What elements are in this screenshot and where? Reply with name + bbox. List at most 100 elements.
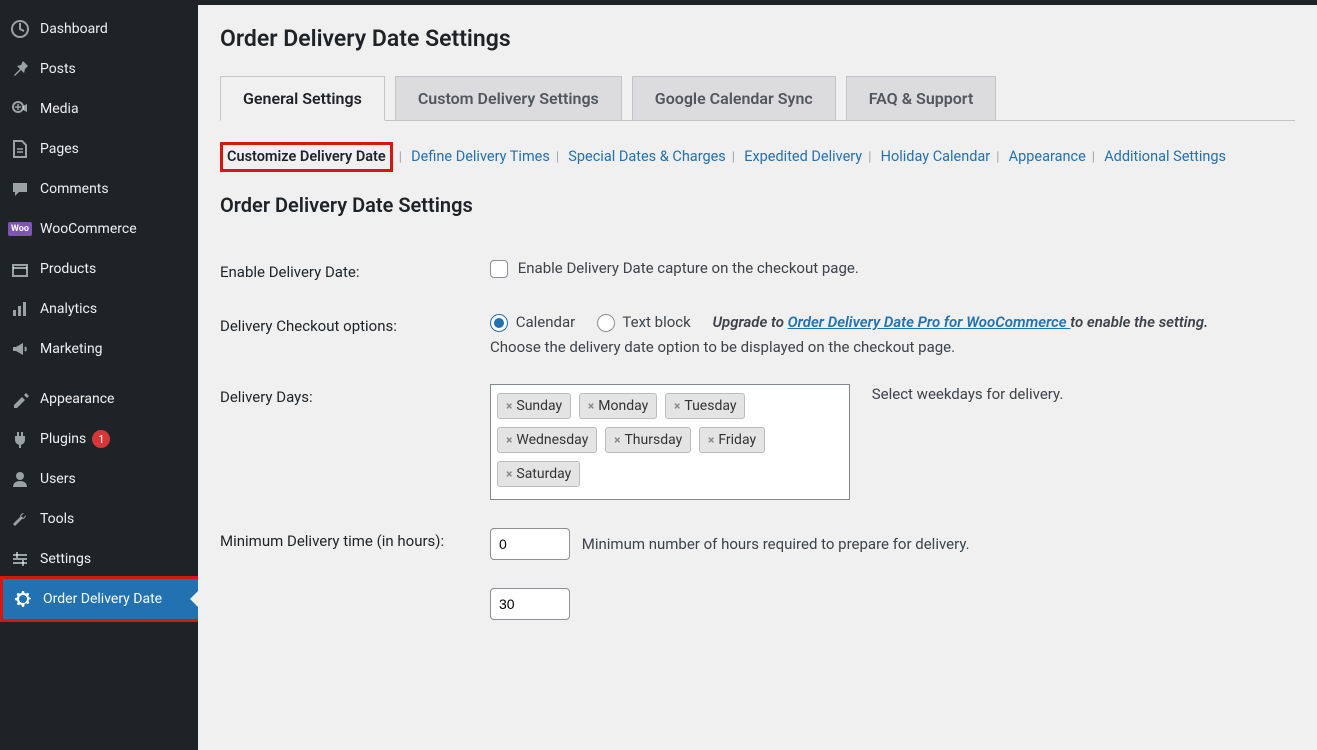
appearance-icon xyxy=(10,389,30,409)
tab-general-settings[interactable]: General Settings xyxy=(220,76,385,121)
sidebar-item-products[interactable]: Products xyxy=(0,249,198,289)
sidebar-item-appearance[interactable]: Appearance xyxy=(0,379,198,419)
upgrade-prefix: Upgrade to xyxy=(712,313,787,331)
checkout-option-textblock[interactable]: Text block xyxy=(597,313,695,331)
remove-icon[interactable]: × xyxy=(588,399,594,413)
remove-icon[interactable]: × xyxy=(506,467,512,481)
sidebar-item-label: Posts xyxy=(40,61,76,77)
field-label-mintime: Minimum Delivery time (in hours): xyxy=(220,514,490,574)
section-title: Order Delivery Date Settings xyxy=(220,193,1295,217)
min-delivery-time-input[interactable] xyxy=(490,528,570,560)
page-icon xyxy=(10,139,30,159)
marketing-icon xyxy=(10,339,30,359)
separator: | xyxy=(868,150,871,165)
analytics-icon xyxy=(10,299,30,319)
sidebar-item-woocommerce[interactable]: Woo WooCommerce xyxy=(0,209,198,249)
tab-bar: General Settings Custom Delivery Setting… xyxy=(220,76,1295,121)
sidebar-item-label: Media xyxy=(40,101,79,117)
sidebar-item-label: Pages xyxy=(40,141,79,157)
subnav-define-delivery-times[interactable]: Define Delivery Times xyxy=(411,148,550,165)
settings-icon xyxy=(10,549,30,569)
pin-icon xyxy=(10,59,30,79)
tab-custom-delivery-settings[interactable]: Custom Delivery Settings xyxy=(395,76,622,121)
day-chip[interactable]: × Tuesday xyxy=(665,393,745,419)
chip-label: Saturday xyxy=(516,466,571,482)
sidebar-item-label: Order Delivery Date xyxy=(43,591,162,607)
sidebar-item-analytics[interactable]: Analytics xyxy=(0,289,198,329)
radio-calendar[interactable] xyxy=(490,314,508,332)
chip-label: Thursday xyxy=(624,432,682,448)
day-chip[interactable]: × Wednesday xyxy=(497,427,597,453)
page-title: Order Delivery Date Settings xyxy=(220,25,1295,52)
separator: | xyxy=(399,150,402,165)
sidebar-item-users[interactable]: Users xyxy=(0,459,198,499)
field-label-days: Delivery Days: xyxy=(220,370,490,514)
sidebar-item-label: Tools xyxy=(40,511,74,527)
num-dates-input[interactable] xyxy=(490,588,570,620)
chip-label: Friday xyxy=(718,432,756,448)
subnav-appearance[interactable]: Appearance xyxy=(1009,148,1086,165)
upgrade-link[interactable]: Order Delivery Date Pro for WooCommerce xyxy=(788,313,1071,331)
field-label-checkout: Delivery Checkout options: xyxy=(220,299,490,370)
sidebar-item-media[interactable]: Media xyxy=(0,89,198,129)
main-content: Order Delivery Date Settings General Set… xyxy=(198,5,1317,750)
day-chip[interactable]: × Thursday xyxy=(605,427,691,453)
day-chip[interactable]: × Friday xyxy=(699,427,765,453)
sidebar-item-posts[interactable]: Posts xyxy=(0,49,198,89)
update-badge: 1 xyxy=(92,430,110,448)
sidebar-item-label: Marketing xyxy=(40,341,103,357)
dashboard-icon xyxy=(10,19,30,39)
subnav-holiday-calendar[interactable]: Holiday Calendar xyxy=(881,148,991,165)
days-help-text: Select weekdays for delivery. xyxy=(872,385,1064,403)
sidebar-item-settings[interactable]: Settings xyxy=(0,539,198,579)
sidebar-item-marketing[interactable]: Marketing xyxy=(0,329,198,369)
sidebar-item-label: Analytics xyxy=(40,301,97,317)
day-chip[interactable]: × Saturday xyxy=(497,461,580,487)
media-icon xyxy=(10,99,30,119)
subnav-additional-settings[interactable]: Additional Settings xyxy=(1104,148,1226,165)
upgrade-suffix: to enable the setting. xyxy=(1070,313,1208,331)
enable-delivery-date-checkbox[interactable] xyxy=(490,260,508,278)
subnav-special-dates-charges[interactable]: Special Dates & Charges xyxy=(568,148,726,165)
enable-checkbox-label[interactable]: Enable Delivery Date capture on the chec… xyxy=(490,259,859,277)
radio-label-text: Calendar xyxy=(516,313,576,331)
separator: | xyxy=(732,150,735,165)
sidebar-item-label: Plugins xyxy=(40,431,86,447)
delivery-days-multiselect[interactable]: ×Sunday × Monday × Tuesday × Wednesday × Thu… xyxy=(490,384,850,500)
field-label-enable: Enable Delivery Date: xyxy=(220,245,490,299)
remove-icon[interactable]: × xyxy=(708,433,714,447)
checkout-option-calendar[interactable]: Calendar xyxy=(490,313,579,331)
sidebar-item-label: Dashboard xyxy=(40,21,108,37)
day-chip[interactable]: × Monday xyxy=(579,393,657,419)
chip-label: Wednesday xyxy=(516,432,588,448)
mintime-help-text: Minimum number of hours required to prep… xyxy=(582,535,970,553)
sidebar-item-pages[interactable]: Pages xyxy=(0,129,198,169)
field-label-numdates xyxy=(220,574,490,634)
settings-form: Enable Delivery Date: Enable Delivery Da… xyxy=(220,245,1295,634)
sidebar-item-order-delivery-date[interactable]: Order Delivery Date xyxy=(0,576,198,622)
sidebar-item-dashboard[interactable]: Dashboard xyxy=(0,5,198,49)
subnav-expedited-delivery[interactable]: Expedited Delivery xyxy=(744,148,862,165)
subnav-customize-delivery-date[interactable]: Customize Delivery Date xyxy=(220,142,393,172)
remove-icon[interactable]: × xyxy=(506,433,512,447)
sidebar-item-tools[interactable]: Tools xyxy=(0,499,198,539)
sidebar-item-label: WooCommerce xyxy=(40,221,137,237)
tools-icon xyxy=(10,509,30,529)
remove-icon[interactable]: × xyxy=(674,399,680,413)
tab-faq-support[interactable]: FAQ & Support xyxy=(846,76,997,121)
users-icon xyxy=(10,469,30,489)
sidebar-item-label: Appearance xyxy=(40,391,114,407)
sidebar-item-comments[interactable]: Comments xyxy=(0,169,198,209)
radio-textblock[interactable] xyxy=(597,314,615,332)
separator: | xyxy=(996,150,999,165)
sidebar-item-plugins[interactable]: Plugins 1 xyxy=(0,419,198,459)
gear-icon xyxy=(13,589,33,609)
chip-label: Monday xyxy=(598,398,648,414)
products-icon xyxy=(10,259,30,279)
sidebar-item-label: Products xyxy=(40,261,96,277)
chip-label: Tuesday xyxy=(684,398,736,414)
remove-icon[interactable]: × xyxy=(506,399,512,413)
tab-google-calendar-sync[interactable]: Google Calendar Sync xyxy=(632,76,836,121)
day-chip[interactable]: ×Sunday xyxy=(497,393,571,419)
remove-icon[interactable]: × xyxy=(614,433,620,447)
